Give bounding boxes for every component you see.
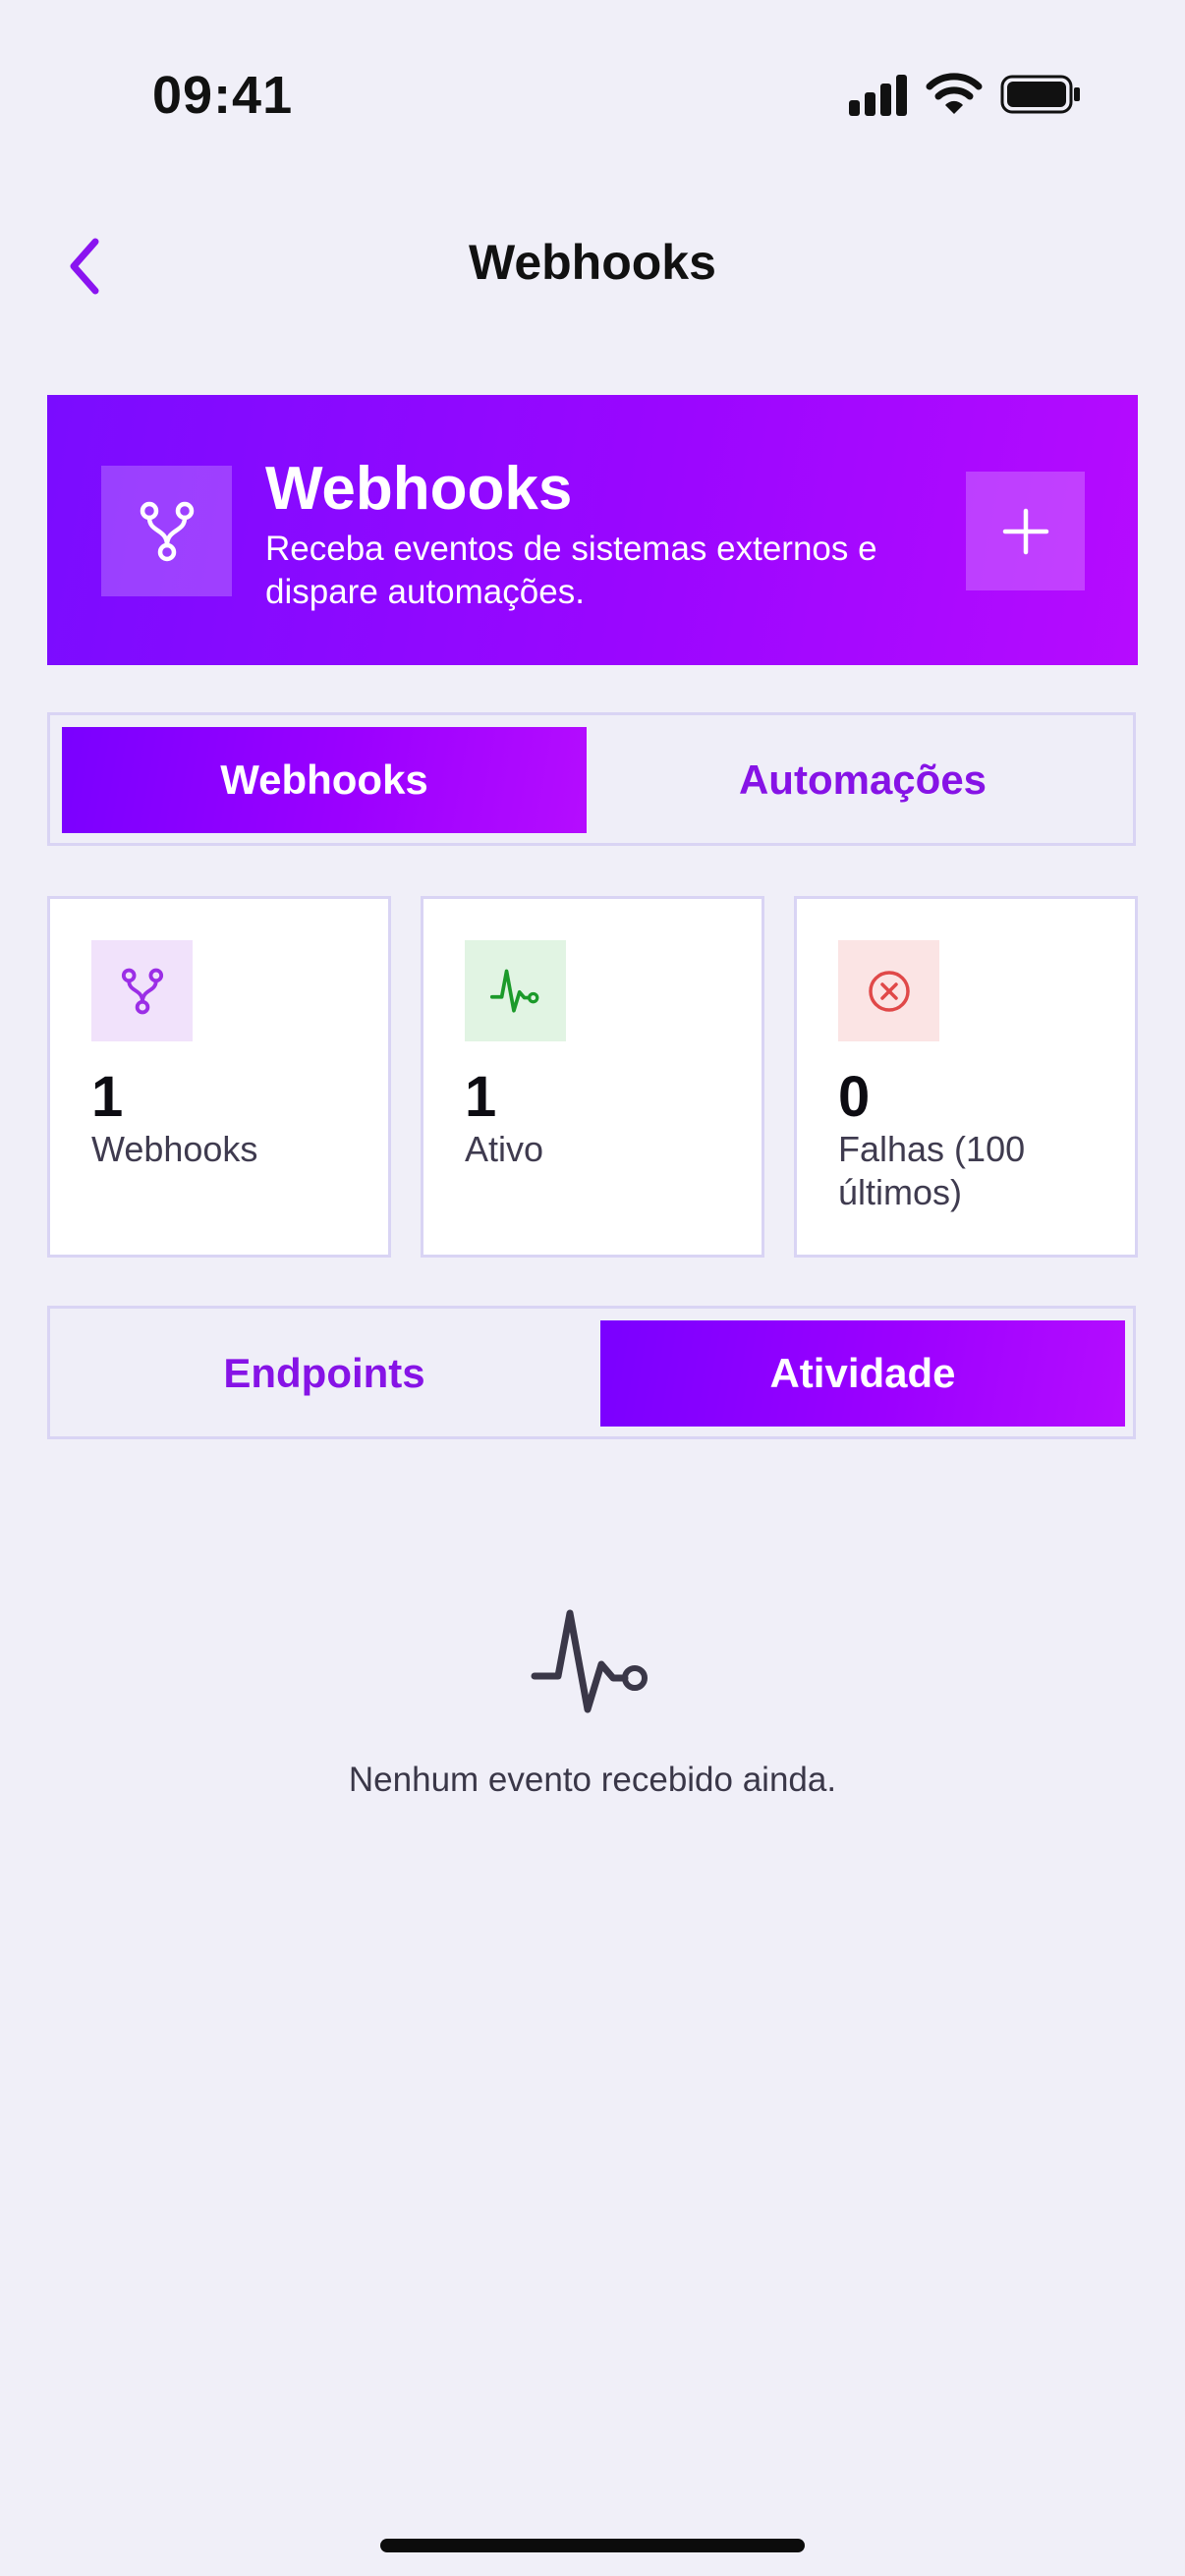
tab-webhooks[interactable]: Webhooks: [62, 727, 587, 833]
plus-icon: [1002, 508, 1048, 554]
activity-tabs: Endpoints Atividade: [47, 1306, 1136, 1439]
stat-value: 1: [465, 1065, 497, 1129]
stat-card-webhooks: 1 Webhooks: [47, 896, 391, 1258]
stat-icon-box: [838, 940, 939, 1041]
hero-subtitle: Receba eventos de sistemas externos e di…: [265, 530, 877, 611]
webhook-icon: [140, 501, 194, 561]
status-time: 09:41: [152, 66, 294, 125]
wifi-icon: [926, 73, 983, 114]
tab-automacoes[interactable]: Automações: [600, 727, 1125, 833]
webhook-icon: [121, 968, 163, 1014]
error-circle-icon: [868, 970, 910, 1012]
hero-icon-box: [101, 466, 232, 596]
stat-value: 1: [91, 1065, 124, 1129]
tab-endpoints[interactable]: Endpoints: [62, 1320, 587, 1427]
stat-card-failures: 0 Falhas (100 últimos): [794, 896, 1138, 1258]
main-tabs: Webhooks Automações: [47, 712, 1136, 846]
page-title: Webhooks: [469, 235, 716, 290]
stat-icon-box: [91, 940, 193, 1041]
stat-label: Ativo: [465, 1129, 544, 1169]
add-webhook-button[interactable]: [966, 472, 1085, 590]
stat-label: Webhooks: [91, 1129, 258, 1169]
empty-state-message: Nenhum evento recebido ainda.: [348, 1761, 837, 1799]
hero-banner: Webhooks Receba eventos de sistemas exte…: [47, 395, 1138, 665]
activity-icon: [489, 969, 538, 1013]
stat-card-active: 1 Ativo: [421, 896, 764, 1258]
home-indicator[interactable]: [380, 2539, 805, 2552]
tab-atividade[interactable]: Atividade: [600, 1320, 1125, 1427]
cellular-signal-icon: [849, 75, 907, 116]
hero-title: Webhooks: [265, 455, 573, 523]
activity-icon: [531, 1609, 648, 1713]
battery-icon: [1000, 75, 1080, 114]
stat-value: 0: [838, 1065, 871, 1129]
stat-icon-box: [465, 940, 566, 1041]
stat-label: Falhas (100 últimos): [838, 1129, 1026, 1212]
